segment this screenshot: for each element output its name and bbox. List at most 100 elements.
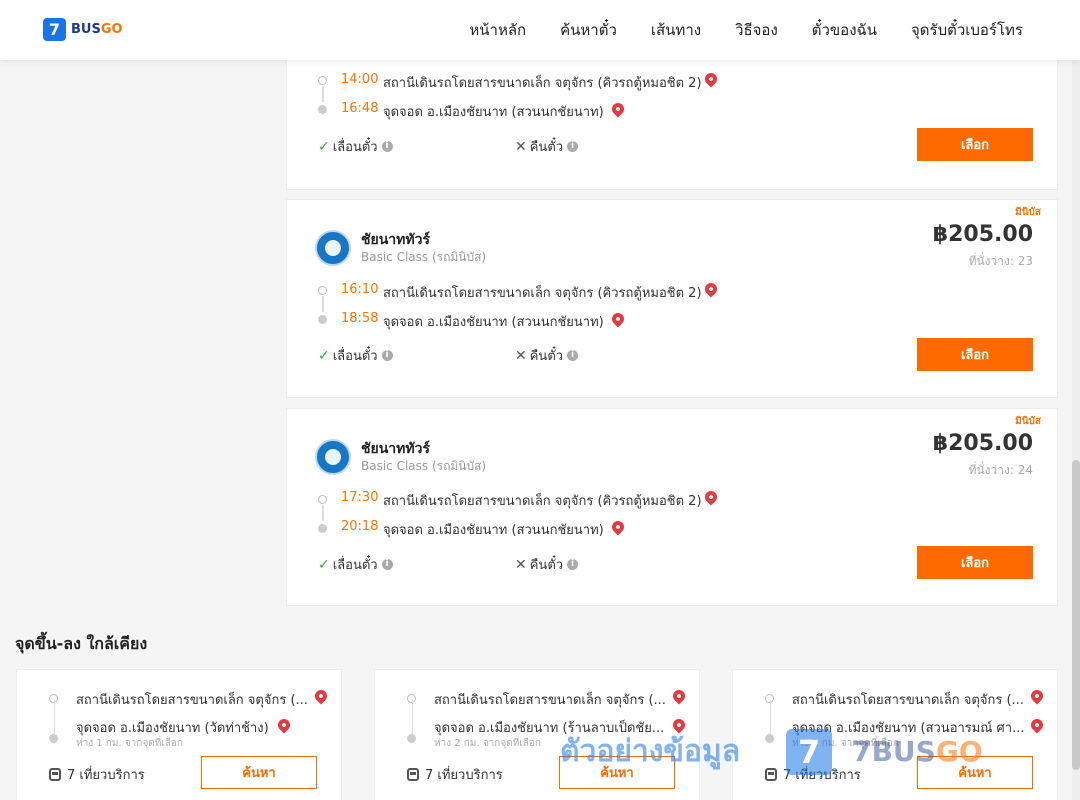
arrive-dot-icon — [318, 105, 327, 114]
operator-logo-icon — [315, 439, 351, 475]
seats-available: ที่นั่งว่าง: 24 — [968, 463, 1033, 477]
arrive-stop: จุดจอด อ.เมืองชัยนาท (สวนนกชัยนาท) — [383, 315, 604, 330]
nearby-to-stop: จุดจอด อ.เมืองชัยนาท (สวนอารมณ์ ศา... — [792, 721, 1025, 736]
trip-count: 7 เที่ยวบริการ — [49, 764, 145, 785]
bus-icon — [49, 768, 61, 781]
map-pin-icon[interactable] — [609, 310, 627, 328]
nearby-to-stop: จุดจอด อ.เมืองชัยนาท (ร้านลาบเป็ดชัย... — [434, 721, 665, 736]
map-pin-icon[interactable] — [609, 100, 627, 118]
reschedule-option: ✓ เลื่อนตั๋ว i — [318, 345, 393, 366]
select-trip-button[interactable]: เลือก — [917, 128, 1033, 161]
depart-dot-icon — [318, 76, 327, 85]
depart-time: 17:30 — [341, 490, 379, 505]
refund-option: ✕ คืนตั๋ว i — [515, 554, 579, 575]
map-pin-icon[interactable] — [275, 716, 293, 734]
info-icon[interactable]: i — [567, 350, 579, 361]
trip-card: มินิบัส ชัยนาททัวร์ Basic Class (รถมินิบ… — [286, 199, 1058, 398]
map-pin-icon[interactable] — [1028, 716, 1046, 734]
cross-icon: ✕ — [515, 138, 527, 155]
arrive-time: 18:58 — [341, 311, 379, 326]
depart-stop: สถานีเดินรถโดยสารขนาดเล็ก จตุจักร (คิวรถ… — [383, 494, 702, 509]
to-dot-icon — [407, 734, 416, 743]
arrive-stop: จุดจอด อ.เมืองชัยนาท (สวนนกชัยนาท) — [383, 105, 604, 120]
map-pin-icon[interactable] — [702, 70, 720, 88]
map-pin-icon[interactable] — [609, 518, 627, 536]
nearby-search-button[interactable]: ค้นหา — [201, 756, 317, 789]
trip-card: 14:00 สถานีเดินรถโดยสารขนาดเล็ก จตุจักร … — [286, 50, 1058, 190]
nearby-route-card: สถานีเดินรถโดยสารขนาดเล็ก จตุจักร (... จ… — [732, 669, 1058, 800]
trip-count: 7 เที่ยวบริการ — [407, 764, 503, 785]
nearby-from-stop: สถานีเดินรถโดยสารขนาดเล็ก จตุจักร (... — [434, 693, 666, 708]
logo-text: BUSGO — [71, 22, 123, 37]
refund-option: ✕ คืนตั๋ว i — [515, 345, 579, 366]
ticket-price: ฿205.00 — [932, 431, 1033, 456]
nearby-route-card: สถานีเดินรถโดยสารขนาดเล็ก จตุจักร (... จ… — [374, 669, 700, 800]
check-icon: ✓ — [318, 556, 330, 573]
nav-search-ticket[interactable]: ค้นหาตั๋ว — [560, 18, 617, 42]
refund-option: ✕ คืนตั๋ว i — [515, 136, 579, 157]
info-icon[interactable]: i — [567, 559, 579, 570]
page-scrollbar[interactable] — [1072, 60, 1080, 800]
nearby-search-button[interactable]: ค้นหา — [559, 756, 675, 789]
operator-logo-icon — [315, 230, 351, 266]
nav-ticket-points-phone[interactable]: จุดรับตั๋วเบอร์โทร — [911, 18, 1023, 42]
info-icon[interactable]: i — [381, 350, 393, 361]
arrive-dot-icon — [318, 524, 327, 533]
nav-routes[interactable]: เส้นทาง — [651, 18, 701, 42]
trip-count-label: 7 เที่ยวบริการ — [425, 768, 503, 783]
vehicle-tag: มินิบัส — [1015, 416, 1041, 427]
cross-icon: ✕ — [515, 347, 527, 364]
map-pin-icon[interactable] — [702, 280, 720, 298]
nav-my-tickets[interactable]: ตั๋วของฉัน — [812, 18, 877, 42]
bus-class: Basic Class (รถมินิบัส) — [361, 250, 487, 264]
arrive-dot-icon — [318, 315, 327, 324]
trip-card: มินิบัส ชัยนาททัวร์ Basic Class (รถมินิบ… — [286, 408, 1058, 606]
reschedule-label: เลื่อนตั๋ว — [332, 558, 378, 573]
nav-home[interactable]: หน้าหลัก — [469, 18, 526, 42]
vehicle-tag: มินิบัส — [1015, 207, 1041, 218]
nearby-to-stop: จุดจอด อ.เมืองชัยนาท (วัดท่าช้าง) — [76, 721, 269, 736]
trip-count-label: 7 เที่ยวบริการ — [783, 768, 861, 783]
logo-text-go: GO — [100, 22, 123, 37]
info-icon[interactable]: i — [381, 141, 393, 152]
depart-dot-icon — [318, 495, 327, 504]
reschedule-label: เลื่อนตั๋ว — [332, 349, 378, 364]
nav-how-to-book[interactable]: วิธีจอง — [735, 18, 778, 42]
nearby-search-button[interactable]: ค้นหา — [917, 756, 1033, 789]
refund-label: คืนตั๋ว — [529, 140, 564, 155]
depart-dot-icon — [318, 286, 327, 295]
info-icon[interactable]: i — [567, 141, 579, 152]
map-pin-icon[interactable] — [670, 687, 688, 705]
to-dot-icon — [765, 734, 774, 743]
ticket-price: ฿205.00 — [932, 222, 1033, 247]
info-icon[interactable]: i — [381, 559, 393, 570]
depart-stop: สถานีเดินรถโดยสารขนาดเล็ก จตุจักร (คิวรถ… — [383, 76, 702, 91]
arrive-time: 20:18 — [341, 519, 379, 534]
arrive-time: 16:48 — [341, 101, 379, 116]
logo-badge: 7 — [43, 18, 66, 41]
logo-text-bus: BUS — [71, 22, 101, 37]
trip-count-label: 7 เที่ยวบริการ — [67, 768, 145, 783]
map-pin-icon[interactable] — [670, 716, 688, 734]
reschedule-option: ✓ เลื่อนตั๋ว i — [318, 554, 393, 575]
check-icon: ✓ — [318, 138, 330, 155]
map-pin-icon[interactable] — [702, 488, 720, 506]
map-pin-icon[interactable] — [312, 687, 330, 705]
nearby-route-card: สถานีเดินรถโดยสารขนาดเล็ก จตุจักร (... จ… — [16, 669, 342, 800]
map-pin-icon[interactable] — [1028, 687, 1046, 705]
refund-label: คืนตั๋ว — [529, 558, 564, 573]
timeline-line — [770, 700, 771, 738]
select-trip-button[interactable]: เลือก — [917, 338, 1033, 371]
select-trip-button[interactable]: เลือก — [917, 546, 1033, 579]
scrollbar-thumb[interactable] — [1072, 460, 1080, 770]
timeline-line — [322, 505, 324, 521]
depart-time: 14:00 — [341, 72, 379, 87]
timeline-line — [412, 700, 413, 738]
seats-available: ที่นั่งว่าง: 23 — [968, 254, 1033, 268]
bus-class: Basic Class (รถมินิบัส) — [361, 459, 487, 473]
bus-icon — [407, 768, 419, 781]
check-icon: ✓ — [318, 347, 330, 364]
site-logo[interactable]: 7 BUSGO — [43, 18, 123, 41]
cross-icon: ✕ — [515, 556, 527, 573]
reschedule-option: ✓ เลื่อนตั๋ว i — [318, 136, 393, 157]
